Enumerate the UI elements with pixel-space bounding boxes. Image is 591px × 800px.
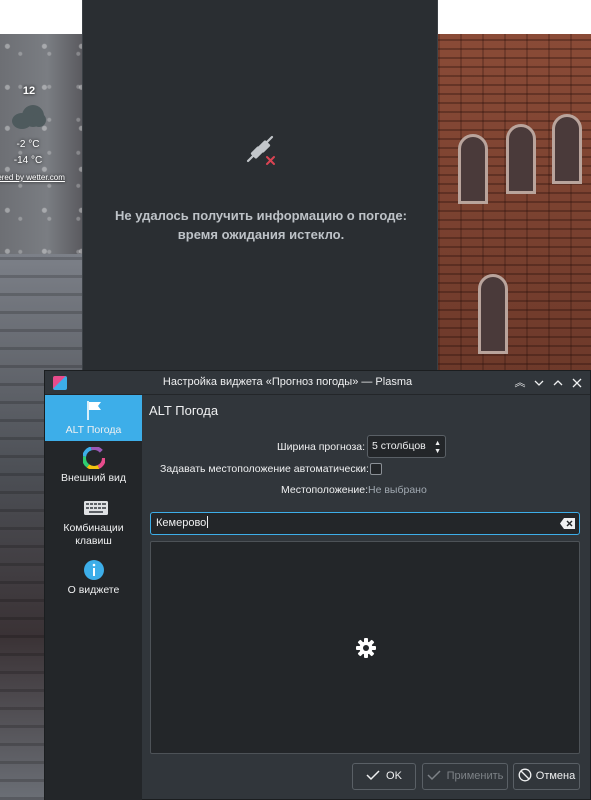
info-icon	[83, 559, 105, 581]
cancel-label: Отмена	[535, 770, 576, 782]
clear-text-icon[interactable]	[560, 518, 575, 529]
credit-link[interactable]: owered by wetter.com	[0, 173, 82, 182]
location-results-list[interactable]	[150, 541, 580, 754]
apply-button[interactable]: Применить	[422, 763, 508, 790]
auto-location-checkbox[interactable]	[370, 463, 382, 475]
color-wheel-icon	[81, 446, 106, 470]
wallpaper-window	[478, 274, 508, 354]
error-message-line1: Не удалось получить информацию о погоде:	[115, 208, 407, 223]
check-icon	[427, 770, 441, 781]
sidebar-item-label: ALT Погода	[65, 424, 122, 436]
temp-low: -14 °C	[13, 155, 43, 166]
wallpaper-window	[552, 114, 582, 184]
maximize-button[interactable]	[550, 375, 566, 391]
busy-gear-icon	[356, 638, 376, 658]
sidebar-item-label: Внешний вид	[60, 472, 127, 484]
apply-label: Применить	[446, 770, 504, 782]
cancel-icon	[518, 768, 532, 782]
flag-icon	[83, 399, 105, 421]
forecast-width-spinbox[interactable]: 5 столбцов ▲ ▼	[367, 435, 446, 458]
desktop-weather-widget[interactable]: 12 -2 °C -14 °C owered by wetter.com	[0, 85, 82, 182]
error-message-line2: время ожидания истекло.	[177, 227, 345, 242]
network-disconnect-icon	[246, 135, 275, 165]
forecast-width-value: 5 столбцов	[372, 440, 426, 452]
keyboard-icon	[83, 497, 108, 519]
check-icon	[366, 770, 380, 781]
app-icon[interactable]	[53, 376, 67, 390]
keep-above-button[interactable]: ︽	[512, 375, 528, 391]
temp-high: -2 °C	[16, 139, 40, 150]
sidebar: ALT Погода Внешний вид Комбинации клавиш…	[45, 395, 142, 800]
chevron-up-icon	[553, 380, 563, 386]
location-search-input[interactable]: Кемерово	[150, 512, 580, 535]
wallpaper-window	[458, 134, 488, 204]
wallpaper-brick-building	[438, 34, 591, 374]
titlebar[interactable]: Настройка виджета «Прогноз погоды» — Pla…	[45, 371, 590, 395]
sidebar-item-label: О виджете	[67, 584, 120, 596]
error-message: Не удалось получить информацию о погоде:…	[83, 206, 439, 244]
chevron-down-icon	[534, 380, 544, 386]
ok-button[interactable]: OK	[352, 763, 416, 790]
cancel-button[interactable]: Отмена	[513, 763, 580, 790]
spin-down-icon[interactable]: ▼	[434, 448, 441, 455]
window-title: Настройка виджета «Прогноз погоды» — Pla…	[162, 376, 413, 388]
sidebar-item-about[interactable]: О виджете	[45, 555, 142, 601]
cloud-icon	[10, 105, 46, 129]
sidebar-item-appearance[interactable]: Внешний вид	[45, 443, 142, 489]
forecast-width-label: Ширина прогноза:	[277, 441, 366, 453]
auto-location-label: Задавать местоположение автоматически:	[160, 463, 369, 475]
close-button[interactable]	[569, 375, 585, 391]
ok-label: OK	[386, 770, 402, 782]
settings-dialog: Настройка виджета «Прогноз погоды» — Pla…	[44, 370, 591, 800]
close-icon	[572, 378, 582, 388]
location-value: Не выбрано	[368, 484, 427, 496]
spin-up-icon[interactable]: ▲	[434, 440, 441, 447]
text-caret	[207, 516, 209, 528]
wallpaper-window	[506, 124, 536, 194]
location-label: Местоположение:	[281, 484, 369, 496]
sidebar-item-alt-weather[interactable]: ALT Погода	[45, 395, 142, 441]
forecast-day: 12	[22, 85, 36, 97]
sidebar-item-label: Комбинации клавиш	[63, 522, 124, 547]
weather-popup: Не удалось получить информацию о погоде:…	[82, 0, 438, 372]
search-value: Кемерово	[156, 517, 207, 529]
sidebar-item-shortcuts[interactable]: Комбинации клавиш	[45, 493, 142, 553]
minimize-button[interactable]	[531, 375, 547, 391]
page-title: ALT Погода	[149, 403, 219, 418]
